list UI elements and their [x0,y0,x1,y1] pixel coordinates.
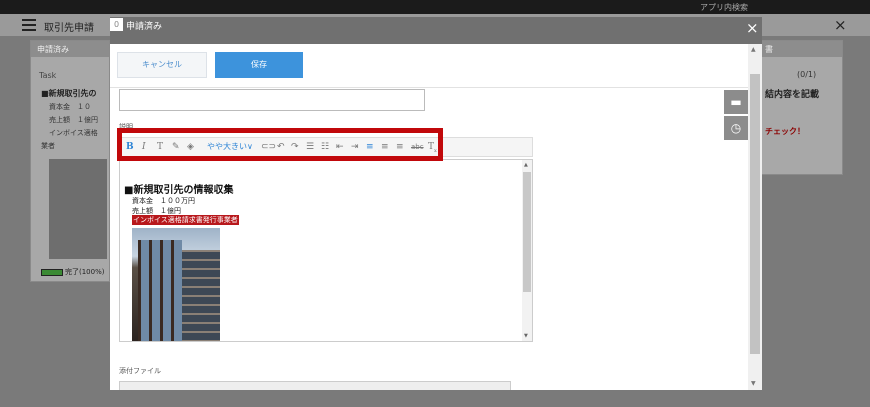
close-icon[interactable]: × [746,21,759,36]
save-button[interactable]: 保存 [215,52,303,78]
background-right-panel: 書 (0/1) 結内容を記載 チェック！ [760,40,843,175]
attachment-label: 添付ファイル [119,367,161,375]
count-badge: (0/1) [797,70,817,79]
annotation-highlight-box [117,128,443,161]
building-thumbnail [49,159,107,259]
title-input[interactable] [119,89,425,111]
rich-text-editor[interactable]: ■新規取引先の情報収集 資本金 １００万円 売上額 １億円 インボイス適格請求書… [119,159,533,342]
right-panel-text: 結内容を記載 [765,90,820,100]
top-bar: アプリ内検索 [0,0,870,14]
clock-icon[interactable]: ◷ [724,116,748,140]
action-bar: キャンセル 保存 [110,44,748,88]
comment-icon[interactable]: ▬ [724,90,748,114]
right-panel-text: チェック！ [765,127,805,136]
building-image [132,228,220,341]
background-task-panel: 申請済み Task ■新規取引先の 資本金 １０ 売上額 １億円 インボイス適格… [30,40,110,282]
highlighted-text: インボイス適格請求書発行事業者 [132,215,239,225]
modal-header: 0 申請済み × [110,17,762,44]
editor-heading: ■新規取引先の情報収集 [124,185,234,196]
menu-icon[interactable] [22,19,36,31]
modal-scrollbar[interactable]: ▲ ▼ [748,44,762,390]
attachment-dropzone[interactable] [119,381,511,390]
panel-person-label: 業者 [41,142,55,150]
edit-modal: 0 申請済み × キャンセル 保存 ▬ ◷ 説明 B I T ✎ ◈ やや大きい… [110,17,762,390]
panel-title: 書 [761,41,842,57]
editor-scrollbar[interactable]: ▲ ▼ [522,160,532,341]
close-icon[interactable]: × [834,16,847,34]
status-icon: 0 [110,18,123,31]
progress-status: 完了(100%) [41,267,104,277]
app-search-input[interactable]: アプリ内検索 [700,2,748,13]
modal-title: 申請済み [126,22,163,32]
panel-heading: ■新規取引先の [41,89,97,98]
task-label: Task [39,71,57,80]
panel-title: 申請済み [31,41,109,57]
page-title: 取引先申請 [44,23,94,34]
panel-line: インボイス適格 [49,129,98,137]
panel-line: 売上額 １億円 [49,116,98,124]
cancel-button[interactable]: キャンセル [117,52,207,78]
editor-line: 資本金 １００万円 [132,197,195,205]
panel-line: 資本金 １０ [49,103,91,111]
